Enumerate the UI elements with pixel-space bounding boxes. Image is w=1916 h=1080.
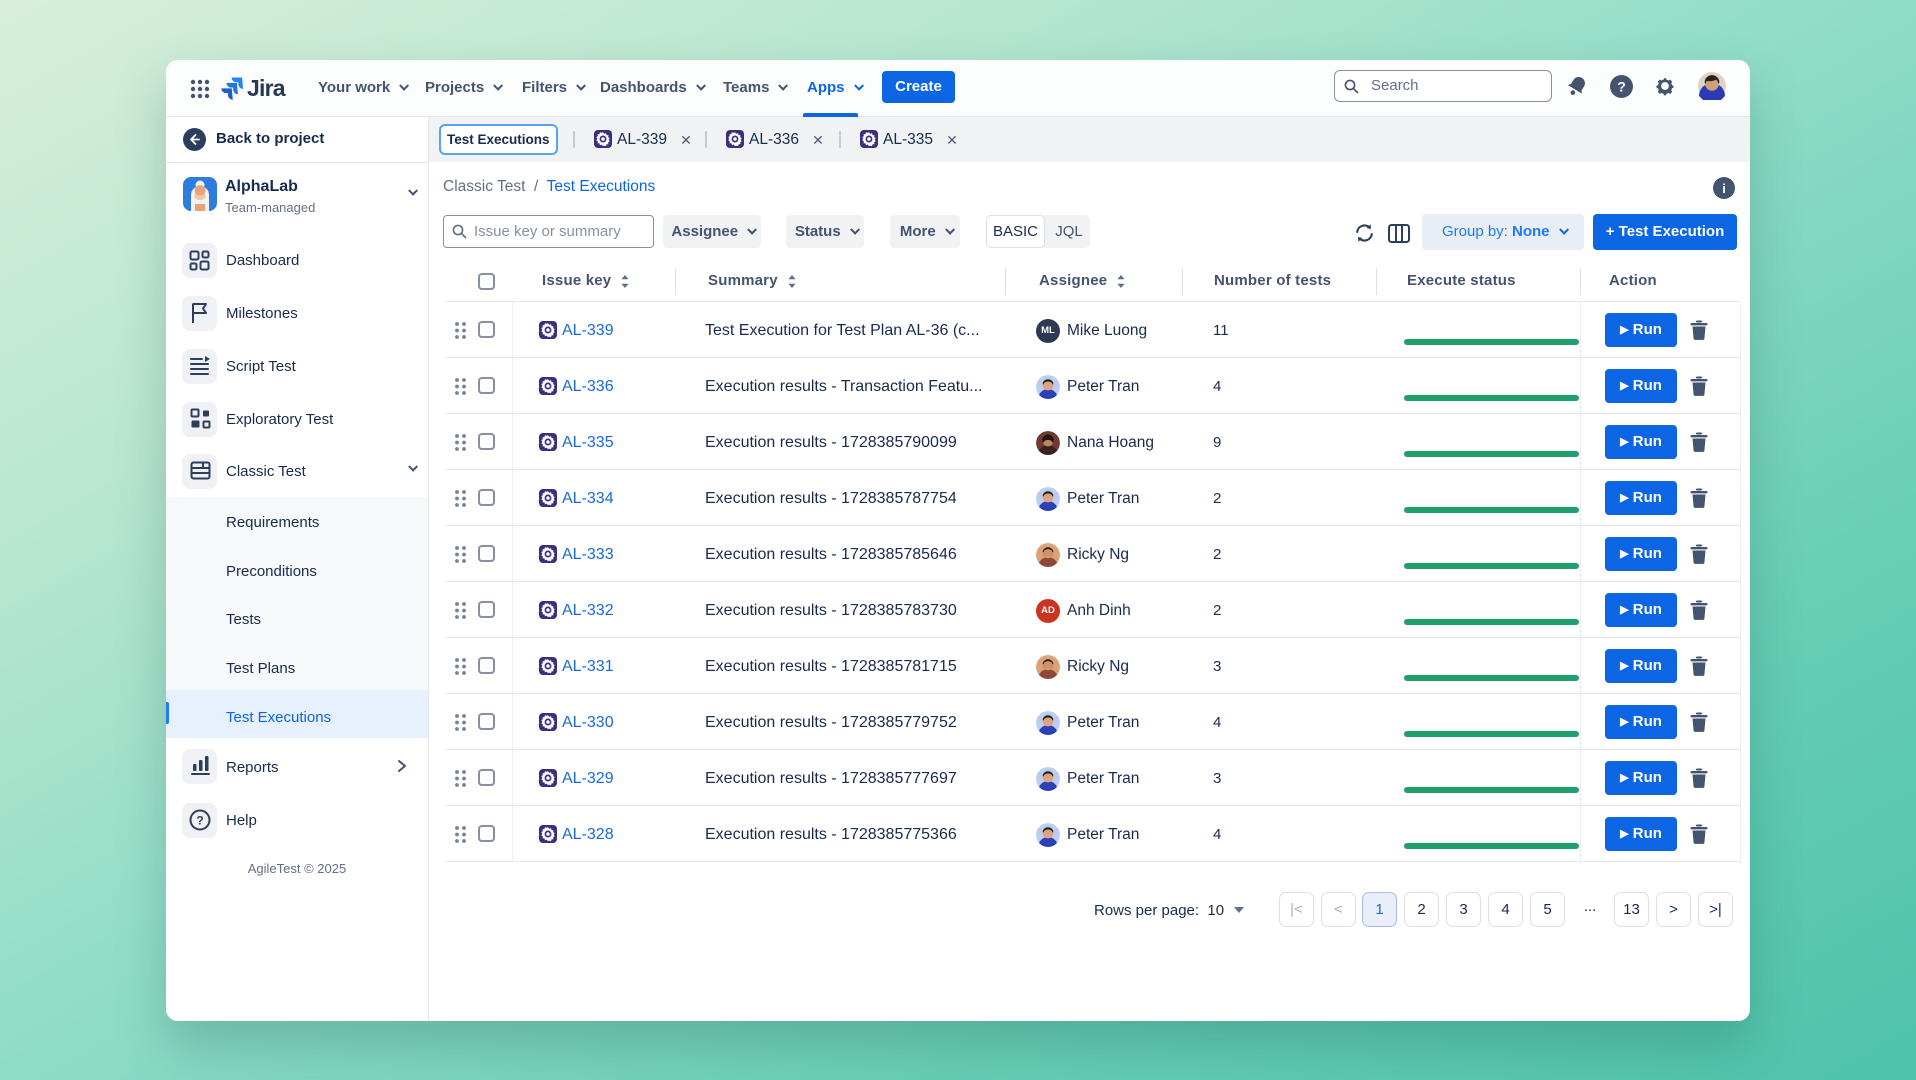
svg-text:?: ? — [1617, 79, 1626, 95]
svg-text:?: ? — [196, 814, 203, 828]
svg-text:i: i — [1722, 181, 1726, 196]
